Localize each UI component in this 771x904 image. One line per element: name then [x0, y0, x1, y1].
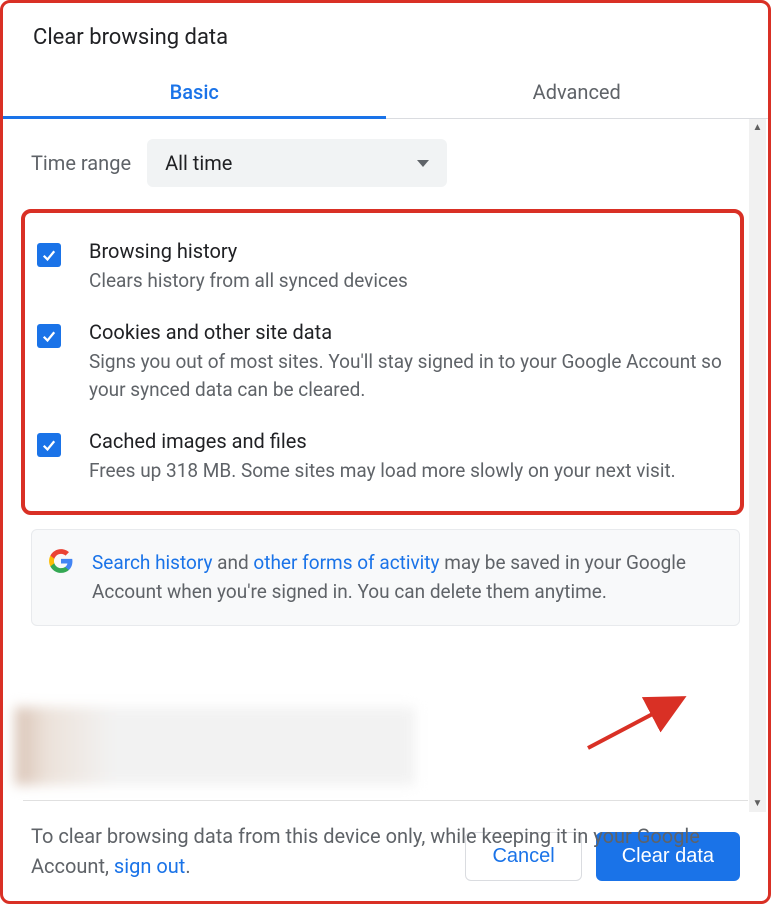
option-browsing-history: Browsing history Clears history from all…	[29, 227, 732, 308]
google-account-info-box: Search history and other forms of activi…	[31, 529, 740, 626]
option-text: Cached images and files Frees up 318 MB.…	[89, 429, 676, 486]
option-cookies: Cookies and other site data Signs you ou…	[29, 308, 732, 417]
google-g-icon	[48, 548, 74, 579]
blurred-background	[15, 707, 415, 785]
options-highlight-box: Browsing history Clears history from all…	[21, 209, 744, 515]
check-icon	[40, 246, 58, 264]
scroll-up-icon[interactable]: ▲	[753, 119, 763, 136]
divider	[23, 800, 748, 801]
check-icon	[40, 327, 58, 345]
chevron-down-icon	[417, 160, 429, 167]
time-range-row: Time range All time	[31, 139, 740, 187]
option-text: Browsing history Clears history from all…	[89, 239, 408, 296]
clear-browsing-data-dialog: Clear browsing data Basic Advanced Time …	[3, 3, 768, 901]
search-history-link[interactable]: Search history	[92, 551, 212, 574]
option-title: Cached images and files	[89, 429, 676, 453]
footer-text: To clear browsing data from this device …	[31, 821, 740, 881]
check-icon	[40, 436, 58, 454]
tab-advanced[interactable]: Advanced	[386, 68, 769, 118]
option-cached: Cached images and files Frees up 318 MB.…	[29, 417, 732, 498]
time-range-select[interactable]: All time	[147, 139, 447, 187]
option-title: Cookies and other site data	[89, 320, 724, 344]
option-text: Cookies and other site data Signs you ou…	[89, 320, 724, 405]
option-title: Browsing history	[89, 239, 408, 263]
scroll-down-icon[interactable]: ▼	[753, 795, 763, 812]
tab-bar: Basic Advanced	[3, 68, 768, 119]
info-text: Search history and other forms of activi…	[92, 548, 723, 607]
option-desc: Frees up 318 MB. Some sites may load mor…	[89, 457, 676, 486]
option-desc: Signs you out of most sites. You'll stay…	[89, 348, 724, 405]
sign-out-link[interactable]: sign out	[114, 854, 185, 878]
dialog-title: Clear browsing data	[3, 3, 768, 68]
scrollbar[interactable]: ▲ ▼	[749, 119, 766, 812]
checkbox-cached[interactable]	[37, 433, 61, 457]
checkbox-cookies[interactable]	[37, 324, 61, 348]
option-desc: Clears history from all synced devices	[89, 267, 408, 296]
time-range-label: Time range	[31, 151, 131, 175]
checkbox-browsing-history[interactable]	[37, 243, 61, 267]
other-activity-link[interactable]: other forms of activity	[253, 551, 439, 574]
time-range-value: All time	[165, 151, 232, 175]
tab-basic[interactable]: Basic	[3, 68, 386, 118]
